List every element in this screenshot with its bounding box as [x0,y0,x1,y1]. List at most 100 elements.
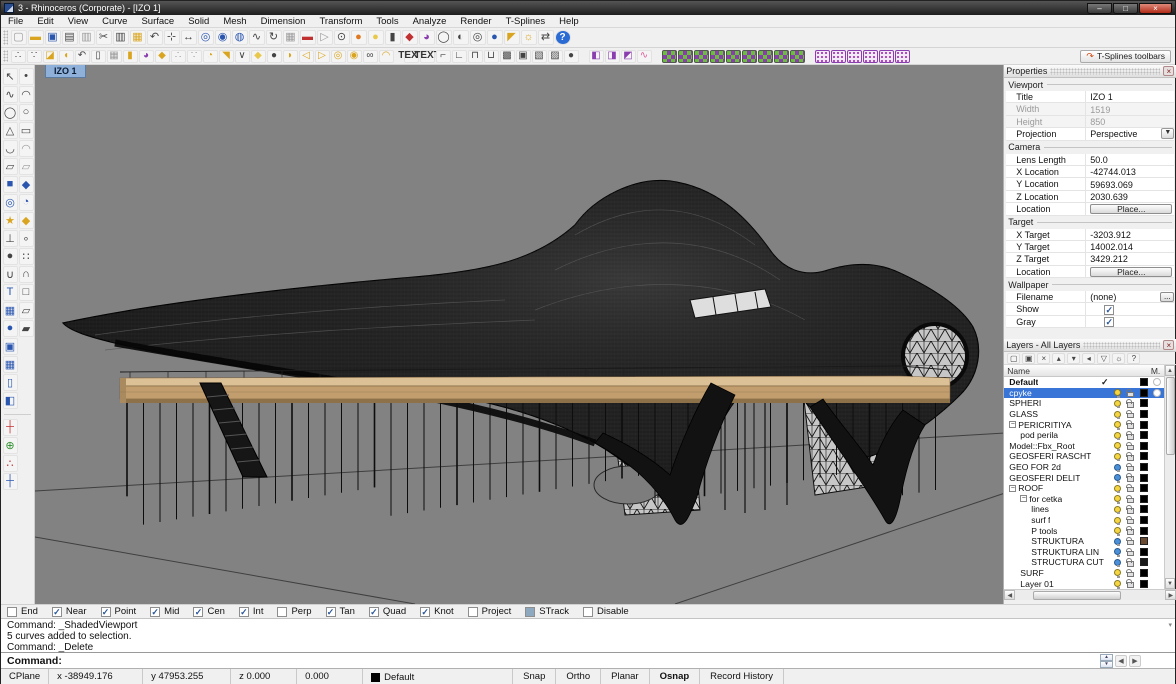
layer-visibility[interactable] [1111,421,1124,428]
current-layer-indicator[interactable]: Default [363,669,513,684]
layers-close-icon[interactable]: × [1163,340,1174,350]
tool-icon[interactable] [863,50,878,63]
sidebar-tool-icon[interactable]: ┼ [3,419,18,436]
tool-icon[interactable]: ▮ [385,30,401,45]
layer-color[interactable] [1137,580,1150,588]
menu-solid[interactable]: Solid [181,15,216,28]
layer-lock[interactable] [1124,442,1137,451]
osnap-checkbox[interactable]: ✓ [369,607,379,617]
layer-visibility[interactable] [1111,506,1124,513]
layer-lock[interactable] [1124,558,1137,567]
tool-icon[interactable]: ◥ [219,50,234,63]
layer-lock[interactable] [1124,495,1137,504]
layer-lock[interactable] [1124,537,1137,546]
layer-color[interactable] [1137,452,1150,460]
osnap-strack[interactable]: STrack [525,606,569,617]
layer-visibility[interactable] [1111,485,1124,492]
scrollbar-thumb[interactable] [1166,377,1175,455]
layer-visibility[interactable] [1111,411,1124,418]
properties-close-icon[interactable]: × [1163,66,1174,76]
menu-render[interactable]: Render [453,15,498,28]
tool-icon[interactable]: ◠ [379,50,394,63]
tool-icon[interactable] [831,50,846,63]
layer-visibility[interactable] [1111,538,1124,545]
tool-icon[interactable]: ⊙ [334,30,350,45]
layer-lock[interactable] [1124,389,1137,398]
layer-row[interactable]: pod perila [1004,430,1165,441]
layer-row[interactable]: STRUKTURA LIN [1004,547,1165,558]
osnap-checkbox[interactable]: ✓ [52,607,62,617]
move-left-icon[interactable]: ◂ [1082,353,1095,364]
value-text[interactable]: 50.0 [1090,155,1108,165]
expand-icon[interactable]: − [1020,495,1027,502]
sidebar-tool-icon[interactable]: T [3,284,18,301]
model-canvas[interactable] [35,65,1003,604]
tool-icon[interactable]: ↔ [181,30,197,45]
layer-lock[interactable] [1124,548,1137,557]
layer-lock[interactable] [1124,505,1137,514]
layer-color[interactable] [1137,505,1150,513]
tool-icon[interactable] [815,50,830,63]
sidebar-tool-icon[interactable]: ■ [3,176,18,193]
layer-row[interactable]: SPHERI [1004,398,1165,409]
tool-icon[interactable]: ● [351,30,367,45]
tool-icon[interactable]: ▢ [11,30,27,45]
tool-icon[interactable]: ∵ [27,50,42,63]
layer-visibility[interactable] [1111,548,1124,555]
tool-icon[interactable]: ∴ [171,50,186,63]
tool-icon[interactable] [758,50,773,63]
tool-icon[interactable]: ✂ [96,30,112,45]
layer-material[interactable] [1150,378,1163,386]
tool-icon[interactable] [879,50,894,63]
tool-icon[interactable]: ☼ [521,30,537,45]
sidebar-tool-icon[interactable]: ○ [19,104,34,121]
dropdown-value[interactable]: Perspective [1090,129,1137,139]
sidebar-tool-icon[interactable]: ∿ [3,86,18,103]
move-up-icon[interactable]: ▴ [1052,353,1065,364]
status-pane-snap[interactable]: Snap [513,669,556,684]
layer-color[interactable] [1137,495,1150,503]
scroll-left-icon[interactable]: ◀ [1004,590,1015,600]
sidebar-tool-icon[interactable]: ◯ [3,104,18,121]
history-dropdown-icon[interactable]: ▾ [1168,620,1172,631]
tool-icon[interactable]: ◯ [436,30,452,45]
tool-icon[interactable]: ◤ [504,30,520,45]
tool-icon[interactable]: ∵ [187,50,202,63]
tool-icon[interactable]: ◁ [299,50,314,63]
tool-icon[interactable]: ▩ [500,50,515,63]
layer-row[interactable]: Default✓ [1004,377,1165,388]
layer-color[interactable] [1137,399,1150,407]
layer-row[interactable]: −ROOF [1004,483,1165,494]
scrollbar-thumb[interactable] [1033,591,1121,600]
osnap-end[interactable]: End [7,606,38,617]
tool-icon[interactable]: ▯ [91,50,106,63]
layer-row[interactable]: Layer 01 [1004,578,1165,589]
command-history[interactable]: ▾ Command: _ShadedViewport5 curves added… [1,619,1175,653]
tool-icon[interactable]: ◗ [283,50,298,63]
tool-icon[interactable]: ▥ [113,30,129,45]
tool-icon[interactable]: ▷ [317,30,333,45]
layer-color[interactable] [1137,569,1150,577]
layer-lock[interactable] [1124,431,1137,440]
layer-color[interactable] [1137,516,1150,524]
status-pane-planar[interactable]: Planar [601,669,649,684]
menu-help[interactable]: Help [552,15,586,28]
sidebar-tool-icon[interactable]: ⊥ [3,230,18,247]
value-text[interactable]: 850 [1090,117,1105,127]
tool-icon[interactable] [742,50,757,63]
osnap-checkbox[interactable]: ✓ [150,607,160,617]
menu-edit[interactable]: Edit [30,15,60,28]
tool-icon[interactable] [678,50,693,63]
filter-icon[interactable]: ▽ [1097,353,1110,364]
layer-row[interactable]: GLASS [1004,409,1165,420]
osnap-tan[interactable]: ✓Tan [326,606,355,617]
tool-icon[interactable]: ↶ [147,30,163,45]
layer-color[interactable] [1137,442,1150,450]
tool-icon[interactable]: ▬ [28,30,44,45]
layer-lock[interactable] [1124,410,1137,419]
command-spinner[interactable]: ▴▾ [1100,654,1113,667]
tool-icon[interactable] [694,50,709,63]
layer-lock[interactable] [1124,579,1137,588]
osnap-checkbox[interactable]: ✓ [239,607,249,617]
viewport-title-tab[interactable]: IZO 1 [45,65,86,78]
